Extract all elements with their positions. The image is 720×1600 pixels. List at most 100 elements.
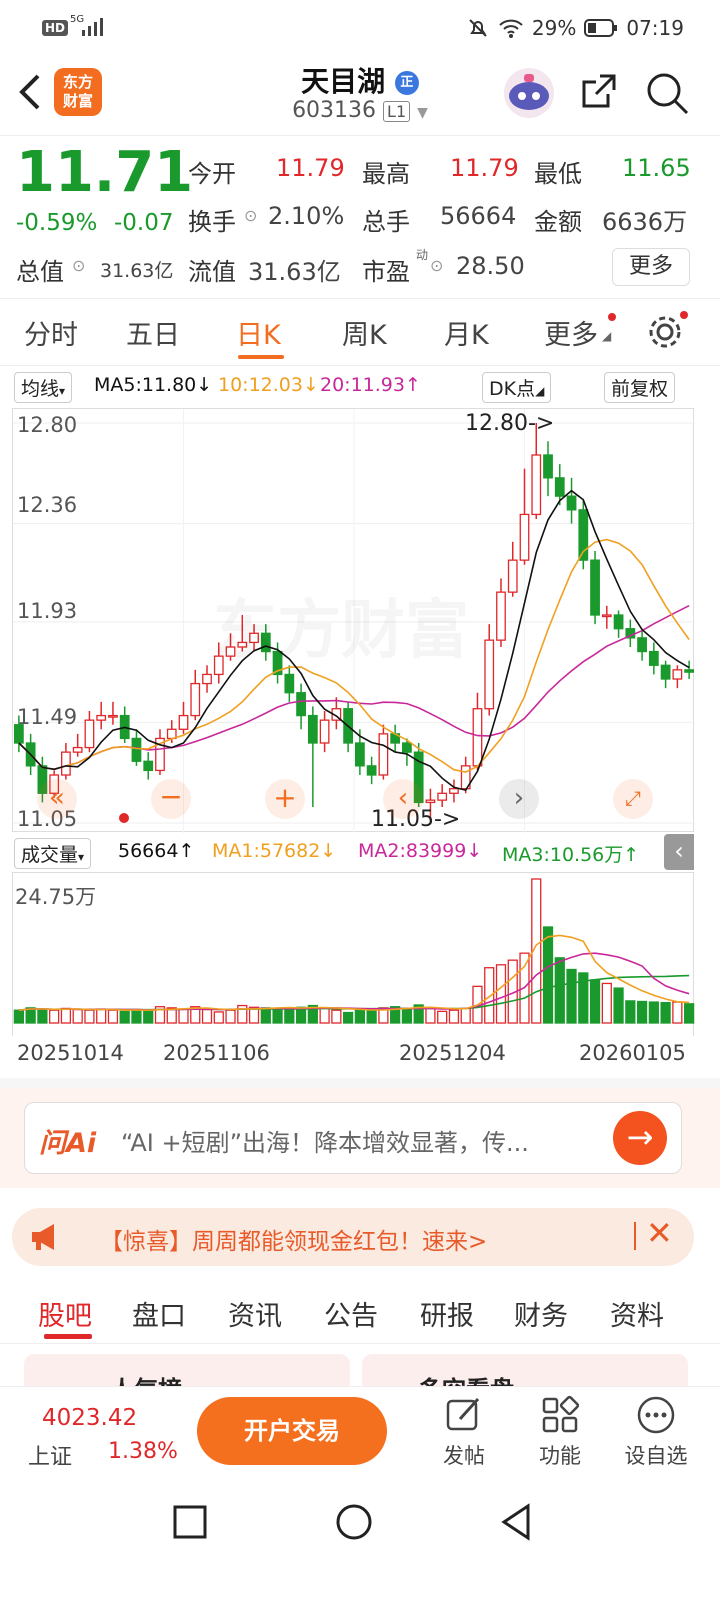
volume-bar bbox=[49, 1009, 60, 1024]
tab-announcements[interactable]: 公告 bbox=[324, 1294, 378, 1333]
vol-ma1-readout: MA1:57682↓ bbox=[212, 840, 337, 862]
content-tabs: 股吧 盘口 资讯 公告 研报 财务 资料 bbox=[0, 1276, 720, 1344]
volume-bar bbox=[554, 957, 565, 1024]
bull-bear-card[interactable]: 多空看盘 bbox=[362, 1354, 688, 1386]
ai-search-bar[interactable]: 问Ai “AI +短剧”出海！降本增效显著，传... → bbox=[24, 1102, 682, 1174]
low-value: 11.65 bbox=[622, 154, 691, 182]
open-value: 11.79 bbox=[276, 154, 345, 182]
candle-body bbox=[660, 664, 671, 680]
high-value: 11.79 bbox=[450, 154, 519, 182]
info-dots-icon[interactable]: ⊙ bbox=[72, 256, 85, 275]
zoom-out-icon[interactable]: − bbox=[151, 779, 191, 819]
tab-financials[interactable]: 财务 bbox=[514, 1294, 568, 1333]
divider bbox=[634, 1222, 636, 1250]
popularity-card[interactable]: 人气榜 bbox=[24, 1354, 350, 1386]
tab-monthly-k[interactable]: 月K bbox=[444, 313, 489, 352]
candle-body bbox=[472, 708, 483, 767]
volume-bar bbox=[343, 1011, 354, 1024]
turnover-label: 换手 bbox=[188, 208, 236, 236]
volume-bar bbox=[648, 1001, 659, 1024]
mute-bell-icon bbox=[469, 19, 487, 37]
scroll-left-icon[interactable]: « bbox=[37, 779, 77, 819]
adjust-button[interactable]: 前复权 bbox=[604, 372, 676, 403]
ai-logo: 问Ai bbox=[39, 1128, 97, 1159]
candle-body bbox=[402, 742, 412, 753]
tab-profile[interactable]: 资料 bbox=[610, 1294, 664, 1333]
change-amount: -0.07 bbox=[114, 210, 174, 236]
system-nav-bar bbox=[0, 1476, 720, 1600]
volume-bar bbox=[284, 1008, 295, 1024]
volume-bar bbox=[613, 987, 624, 1024]
add-watchlist-button[interactable]: 设自选 bbox=[616, 1395, 696, 1470]
tab-daily-k[interactable]: 日K bbox=[236, 313, 281, 352]
recent-apps-icon[interactable] bbox=[172, 1504, 208, 1540]
candle-body bbox=[519, 513, 530, 561]
tab-research[interactable]: 研报 bbox=[420, 1294, 474, 1333]
volume-bar bbox=[60, 1007, 72, 1024]
candle-body bbox=[648, 650, 659, 666]
tab-timeshare[interactable]: 分时 bbox=[24, 313, 78, 352]
candle-body bbox=[531, 454, 542, 516]
candle-body bbox=[108, 714, 118, 718]
volume-bar bbox=[589, 979, 601, 1024]
tab-forum[interactable]: 股吧 bbox=[38, 1294, 92, 1333]
amount-label: 金额 bbox=[534, 208, 582, 236]
settings-gear-icon[interactable] bbox=[646, 313, 684, 351]
volume-bar bbox=[25, 1007, 36, 1024]
arrow-right-icon[interactable]: → bbox=[613, 1111, 667, 1165]
candle-body bbox=[637, 637, 647, 653]
share-icon[interactable] bbox=[578, 70, 620, 112]
candle-body bbox=[143, 760, 154, 772]
volume-chart[interactable]: 24.75万 20251014 20251106 20251204 202601… bbox=[12, 872, 695, 1065]
back-triangle-icon[interactable] bbox=[500, 1502, 532, 1542]
tab-five-day[interactable]: 五日 bbox=[126, 313, 180, 352]
trade-button[interactable]: 开户交易 bbox=[197, 1397, 387, 1465]
post-button[interactable]: 发帖 bbox=[424, 1395, 504, 1470]
tab-orderbook[interactable]: 盘口 bbox=[132, 1294, 186, 1333]
more-quote-button[interactable]: 更多 bbox=[612, 248, 690, 286]
volume-bar bbox=[601, 982, 612, 1024]
prev-icon[interactable]: ‹ bbox=[383, 779, 423, 819]
search-icon[interactable] bbox=[644, 70, 690, 116]
volume-bar bbox=[143, 1010, 154, 1024]
tab-weekly-k[interactable]: 周K bbox=[342, 313, 387, 352]
volume-indicator-select[interactable]: 成交量▾ bbox=[14, 838, 92, 869]
dk-point-button[interactable]: DK点◢ bbox=[482, 372, 552, 403]
functions-button[interactable]: 功能 bbox=[520, 1395, 600, 1470]
info-dots-icon[interactable]: ⊙ bbox=[244, 206, 257, 225]
status-bar: HD 5G 29% 07:19 bbox=[0, 0, 720, 58]
candle-body bbox=[566, 495, 577, 511]
y-tick: 12.36 bbox=[17, 493, 78, 517]
candle-body bbox=[96, 714, 107, 721]
collapse-panel-icon[interactable]: ‹ bbox=[664, 834, 694, 870]
wifi-icon bbox=[499, 19, 523, 38]
low-label: 最低 bbox=[534, 160, 582, 188]
candle-body bbox=[72, 746, 83, 753]
indicator-select[interactable]: 均线▾ bbox=[14, 372, 73, 403]
volume-bar bbox=[625, 1000, 636, 1024]
tab-more[interactable]: 更多 bbox=[544, 313, 598, 352]
index-value[interactable]: 4023.42 bbox=[42, 1405, 137, 1431]
home-icon[interactable] bbox=[334, 1502, 374, 1542]
promo-banner[interactable]: 【惊喜】周周都能领现金红包！速来> ✕ bbox=[12, 1208, 694, 1266]
info-dots-icon[interactable]: ⊙ bbox=[430, 256, 443, 275]
ai-search-placeholder: “AI +短剧”出海！降本增效显著，传... bbox=[121, 1129, 529, 1157]
edit-icon bbox=[446, 1397, 480, 1431]
volume-bar bbox=[484, 967, 495, 1024]
fullscreen-icon[interactable]: ⤢ bbox=[613, 779, 653, 819]
next-icon[interactable]: › bbox=[499, 779, 539, 819]
volume-readout: 56664↑ bbox=[118, 840, 195, 862]
candle-body bbox=[496, 591, 506, 641]
candle-body bbox=[590, 559, 600, 616]
candle-body bbox=[601, 614, 612, 618]
robot-assistant-icon[interactable] bbox=[502, 66, 556, 120]
candle-body bbox=[166, 728, 177, 740]
vol-ma3-readout: MA3:10.56万↑ bbox=[502, 844, 640, 866]
tab-news[interactable]: 资讯 bbox=[228, 1294, 282, 1333]
kline-chart[interactable]: 东方财富 12.80 12.36 11.93 11.49 11.05 12.80… bbox=[12, 408, 695, 833]
close-icon[interactable]: ✕ bbox=[646, 1214, 673, 1252]
verified-badge: 正 bbox=[394, 71, 419, 95]
zoom-in-icon[interactable]: + bbox=[265, 779, 305, 819]
total-mv-label: 总值 bbox=[16, 258, 64, 286]
high-label: 最高 bbox=[362, 160, 410, 188]
